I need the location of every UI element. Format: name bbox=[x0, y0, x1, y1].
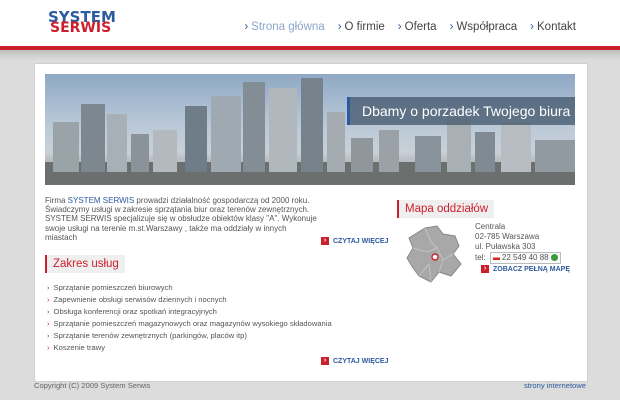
chevron-right-icon: › bbox=[244, 21, 249, 33]
list-item: › Zapewnienie obsługi serwisów dziennych … bbox=[47, 294, 332, 306]
branch-contact: Centrala 02-785 Warszawa ul. Puławska 30… bbox=[475, 222, 561, 264]
nav-item-label: O firmie bbox=[344, 21, 385, 33]
site-header: SYSTEM SERWIS › Strona główna › O firmie ›… bbox=[0, 0, 620, 50]
arrow-right-icon: › bbox=[481, 265, 489, 273]
service-label: Zapewnienie obsługi serwisów dziennych i… bbox=[53, 295, 227, 304]
read-more-label: CZYTAJ WIĘCEJ bbox=[333, 357, 389, 365]
tel-label: tel: bbox=[475, 253, 486, 262]
chevron-right-icon: › bbox=[449, 21, 454, 33]
service-label: Sprzątanie terenów zewnętrznych (parking… bbox=[53, 331, 247, 340]
content-panel: Dbamy o porzadek Twojego biura Firma SYS… bbox=[34, 63, 588, 382]
nav-item-label: Współpraca bbox=[456, 21, 518, 33]
warsaw-map-image[interactable] bbox=[403, 224, 469, 284]
intro-prefix: Firma bbox=[45, 196, 68, 205]
service-label: Obsługa konferencji oraz spotkań integra… bbox=[53, 307, 217, 316]
banner-image: Dbamy o porzadek Twojego biura bbox=[45, 74, 575, 185]
nav-item-label: Kontakt bbox=[537, 21, 576, 33]
list-item: › Obsługa konferencji oraz spotkań integr… bbox=[47, 306, 332, 318]
view-full-map-button[interactable]: › ZOBACZ PEŁNĄ MAPĘ bbox=[481, 265, 570, 273]
nav-item-home[interactable]: › Strona główna bbox=[244, 21, 324, 33]
footer-link[interactable]: strony internetowe bbox=[524, 381, 586, 390]
arrow-right-icon: › bbox=[321, 237, 329, 245]
nav-item-label: Strona główna bbox=[251, 21, 325, 33]
chevron-right-icon: › bbox=[397, 21, 402, 33]
nav-item-label: Oferta bbox=[404, 21, 437, 33]
phone-badge[interactable]: 22 549 40 88 bbox=[489, 252, 561, 264]
header-shadow bbox=[0, 50, 620, 60]
site-footer: Copyright (C) 2009 System Serwis strony … bbox=[34, 381, 586, 390]
phone-number: 22 549 40 88 bbox=[501, 253, 549, 262]
read-more-intro-button[interactable]: › CZYTAJ WIĘCEJ bbox=[321, 237, 389, 245]
site-logo[interactable]: SYSTEM SERWIS bbox=[48, 10, 116, 36]
bullet-arrow-icon: › bbox=[47, 283, 50, 292]
bullet-arrow-icon: › bbox=[47, 307, 50, 316]
bullet-arrow-icon: › bbox=[47, 331, 50, 340]
intro-text-2: SYSTEM SERWIS specjalizuje się w obsłudz… bbox=[45, 214, 317, 242]
service-label: Sprzątanie pomieszczeń magazynowych oraz… bbox=[53, 319, 332, 328]
branch-street: ul. Puławska 303 bbox=[475, 242, 536, 251]
list-item: › Sprzątanie pomieszczeń magazynowych ora… bbox=[47, 318, 332, 330]
service-label: Koszenie trawy bbox=[53, 343, 106, 352]
read-more-services-button[interactable]: › CZYTAJ WIĘCEJ bbox=[321, 357, 389, 365]
view-map-label: ZOBACZ PEŁNĄ MAPĘ bbox=[493, 265, 570, 273]
poland-flag-icon bbox=[492, 255, 500, 261]
chevron-right-icon: › bbox=[337, 21, 342, 33]
branch-name: Centrala bbox=[475, 222, 506, 231]
intro-brand: SYSTEM SERWIS bbox=[67, 196, 135, 205]
city-skyline-illustration bbox=[45, 78, 575, 185]
logo-line-2: SERWIS bbox=[50, 20, 112, 36]
intro-text: Firma SYSTEM SERWIS prowadzi działalność… bbox=[45, 196, 320, 242]
nav-item-cooperation[interactable]: › Współpraca bbox=[450, 21, 518, 33]
branch-postal: 02-785 Warszawa bbox=[475, 232, 540, 241]
nav-item-about[interactable]: › O firmie bbox=[338, 21, 385, 33]
arrow-right-icon: › bbox=[321, 357, 329, 365]
read-more-label: CZYTAJ WIĘCEJ bbox=[333, 237, 389, 245]
nav-item-offer[interactable]: › Oferta bbox=[398, 21, 437, 33]
call-icon bbox=[550, 254, 558, 262]
service-label: Sprzątanie pomieszczeń biurowych bbox=[53, 283, 173, 292]
bullet-arrow-icon: › bbox=[47, 295, 50, 304]
map-title: Mapa oddziałów bbox=[397, 200, 495, 218]
branch-phone-row: tel: 22 549 40 88 bbox=[475, 252, 561, 264]
main-nav: › Strona główna › O firmie › Oferta › Współp… bbox=[244, 21, 576, 33]
bullet-arrow-icon: › bbox=[47, 319, 50, 328]
nav-item-contact[interactable]: › Kontakt bbox=[530, 21, 576, 33]
services-title: Zakres usług bbox=[45, 255, 125, 273]
copyright-text: Copyright (C) 2009 System Serwis bbox=[34, 381, 151, 390]
banner-caption: Dbamy o porzadek Twojego biura bbox=[347, 97, 575, 125]
chevron-right-icon: › bbox=[530, 21, 534, 33]
services-list: › Sprzątanie pomieszczeń biurowych › Zapew… bbox=[47, 282, 332, 354]
bullet-arrow-icon: › bbox=[47, 343, 50, 352]
list-item: › Sprzątanie pomieszczeń biurowych bbox=[47, 282, 332, 294]
list-item: › Sprzątanie terenów zewnętrznych (parkin… bbox=[47, 330, 332, 342]
list-item: › Koszenie trawy bbox=[47, 342, 332, 354]
